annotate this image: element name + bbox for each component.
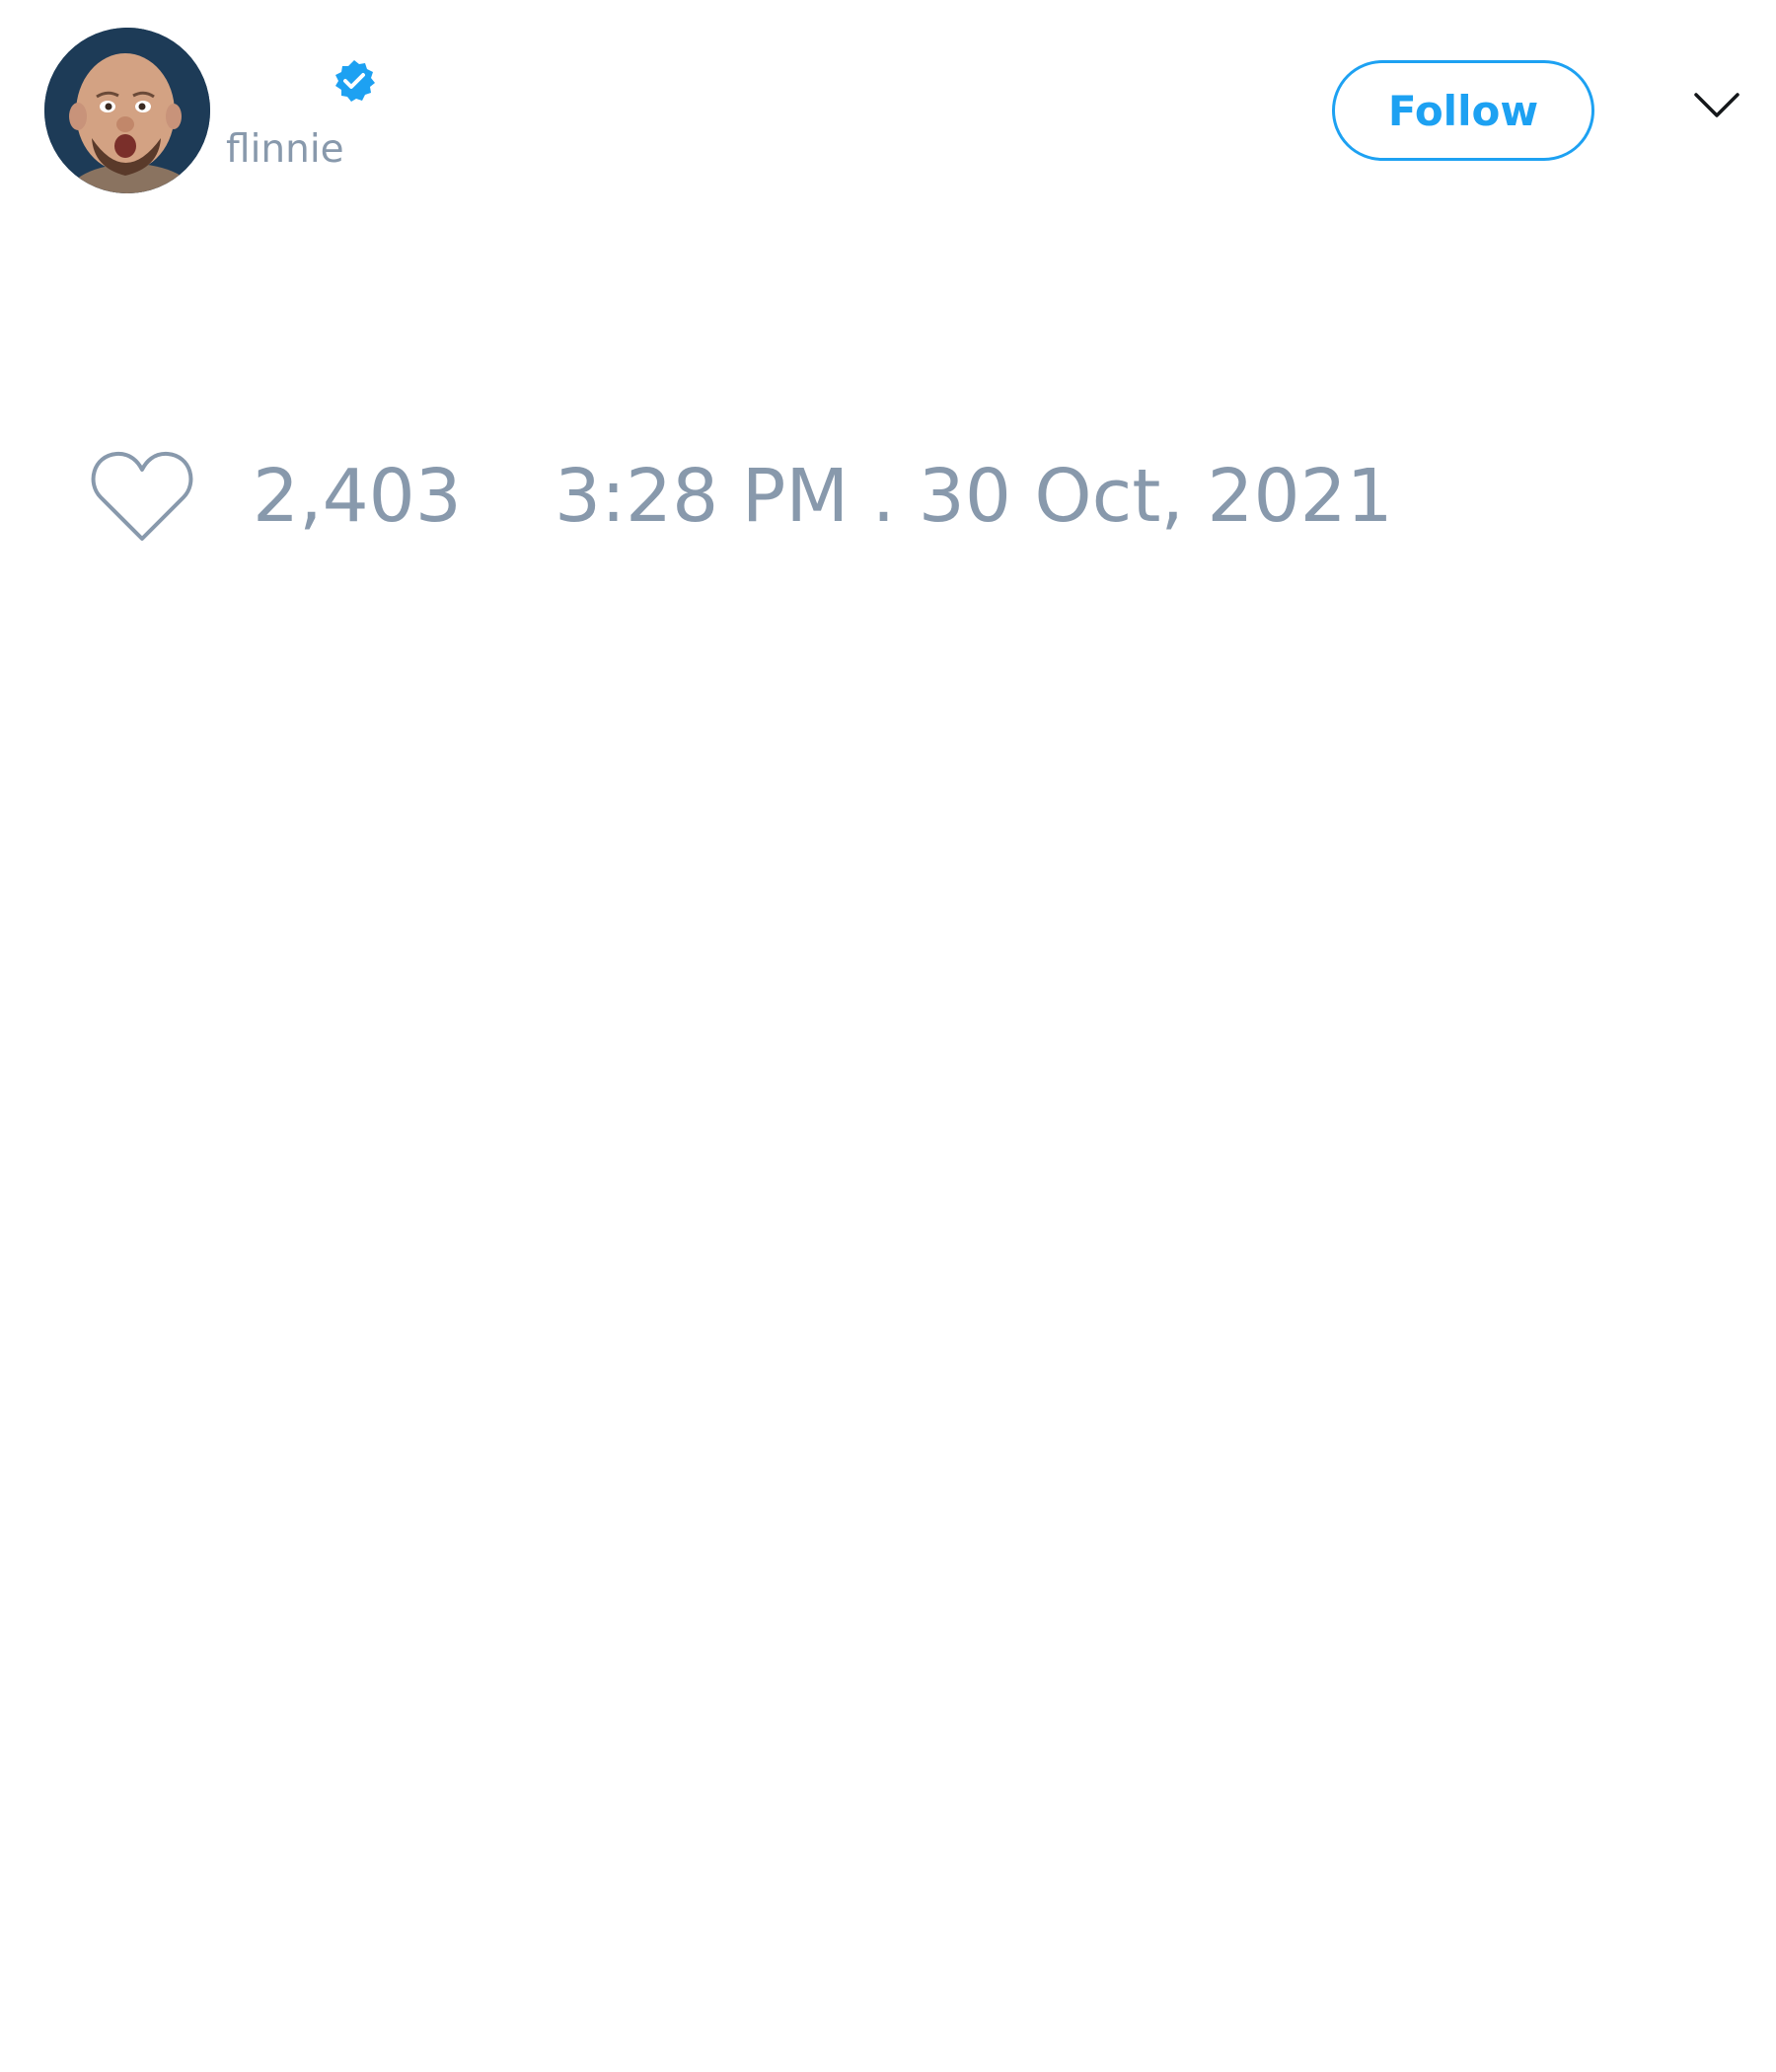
like-count[interactable]: 2,403 [253,452,462,541]
tweet-header: flinnie Follow [0,0,1776,217]
author-handle[interactable]: flinnie [226,128,344,172]
tweet-meta-row: 2,403 3:28 PM . 30 Oct, 2021 [0,434,1776,562]
chevron-down-icon[interactable] [1693,91,1740,120]
tweet-timestamp[interactable]: 3:28 PM . 30 Oct, 2021 [555,452,1393,541]
heart-icon[interactable] [89,448,195,545]
avatar[interactable] [44,28,210,193]
verified-badge-icon [335,60,375,102]
avatar-image [44,28,210,193]
follow-button[interactable]: Follow [1332,60,1594,161]
